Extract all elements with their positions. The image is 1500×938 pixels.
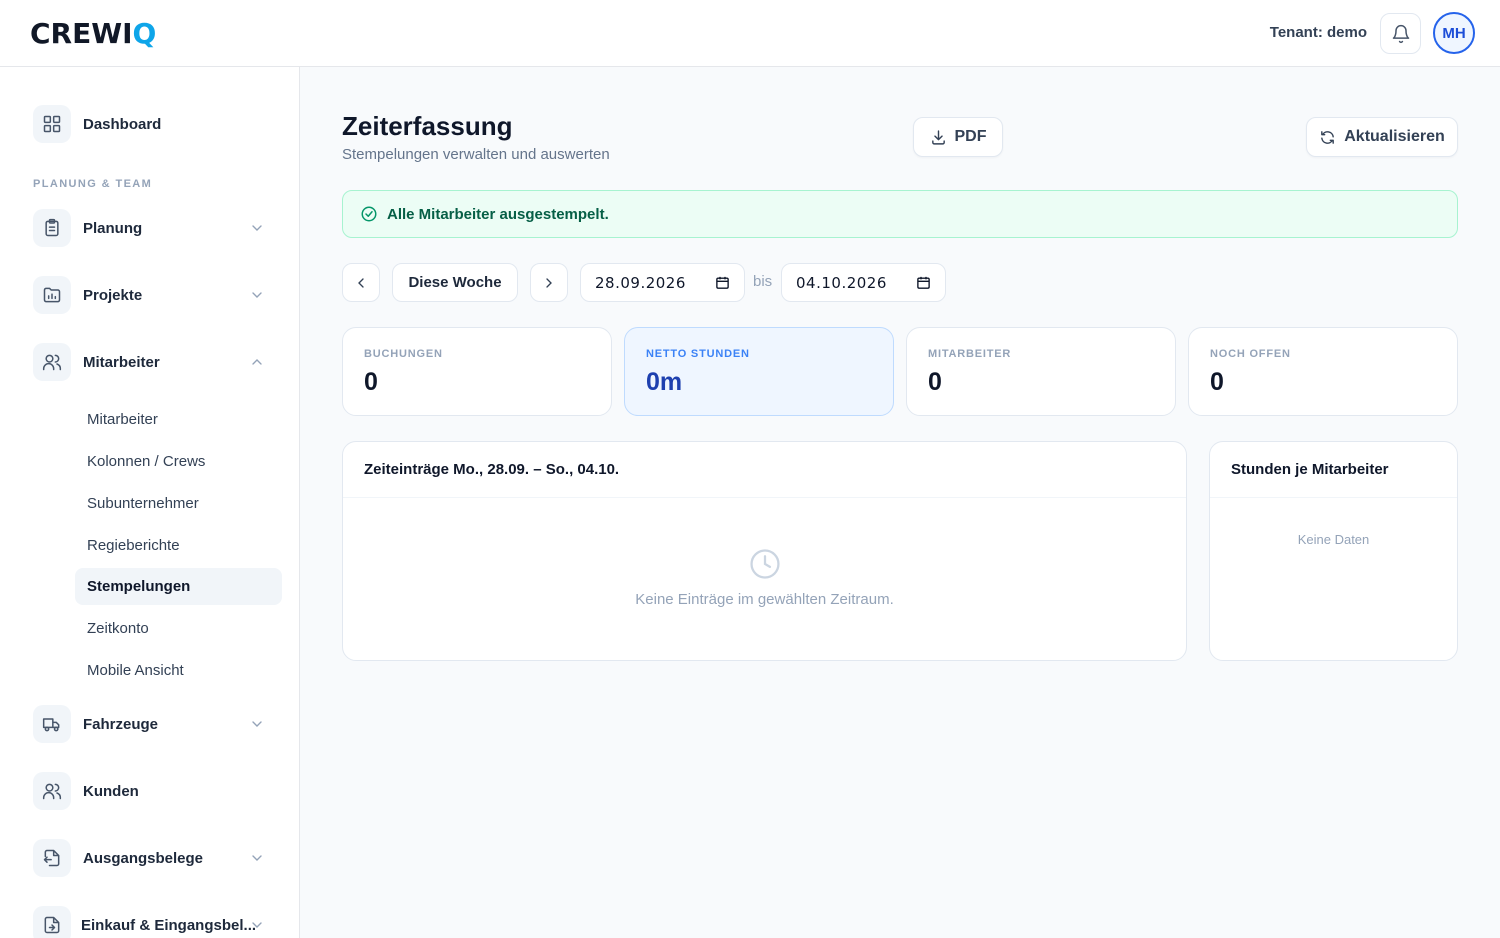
user-avatar[interactable]: MH xyxy=(1433,12,1475,54)
sidebar-item-ausgangsbelege[interactable]: Ausgangsbelege xyxy=(33,838,273,878)
sidebar-subitem-subunternehmer[interactable]: Subunternehmer xyxy=(75,485,282,522)
sidebar-item-label: Mitarbeiter xyxy=(83,353,160,371)
alert-text: Alle Mitarbeiter ausgestempelt. xyxy=(387,205,609,223)
users-icon xyxy=(33,343,71,381)
date-to-value: 04.10.2026 xyxy=(796,273,887,292)
stat-label: NOCH OFFEN xyxy=(1210,348,1291,360)
top-bar: CREWI Q Tenant: demo MH xyxy=(0,0,1500,67)
status-alert: Alle Mitarbeiter ausgestempelt. xyxy=(342,190,1458,238)
grid-icon xyxy=(33,105,71,143)
file-export-icon xyxy=(33,839,71,877)
empty-state-text: Keine Einträge im gewählten Zeitraum. xyxy=(635,591,894,608)
clock-icon xyxy=(750,549,780,579)
refresh-label: Aktualisieren xyxy=(1344,128,1445,145)
sidebar-item-mitarbeiter[interactable]: Mitarbeiter xyxy=(33,342,273,382)
page-title: Zeiterfassung xyxy=(342,111,513,141)
calendar-icon[interactable] xyxy=(916,275,931,290)
sidebar-item-projekte[interactable]: Projekte xyxy=(33,275,273,315)
stat-label: MITARBEITER xyxy=(928,348,1012,360)
range-separator: bis xyxy=(753,273,773,290)
pdf-export-button[interactable]: PDF xyxy=(913,117,1003,157)
sidebar-item-label: Dashboard xyxy=(83,115,162,133)
sidebar-item-label: Planung xyxy=(83,219,143,237)
next-week-button[interactable] xyxy=(530,263,568,302)
stat-value: 0m xyxy=(646,368,683,396)
stat-value: 0 xyxy=(1210,368,1224,396)
sidebar: Dashboard PLANUNG & TEAM Planung Projekt… xyxy=(0,67,300,938)
logo-text: CREWI xyxy=(30,16,133,50)
refresh-button[interactable]: Aktualisieren xyxy=(1306,117,1458,157)
date-to-field[interactable]: 04.10.2026 xyxy=(781,263,946,302)
time-entries-title: Zeiteinträge Mo., 28.09. – So., 04.10. xyxy=(343,442,1186,498)
chevron-down-icon xyxy=(252,855,262,861)
section-label-planung-team: PLANUNG & TEAM xyxy=(33,178,153,190)
sidebar-item-planung[interactable]: Planung xyxy=(33,208,273,248)
stat-label: BUCHUNGEN xyxy=(364,348,443,360)
notifications-button[interactable] xyxy=(1380,13,1421,54)
stat-card-mitarbeiter: MITARBEITER 0 xyxy=(906,327,1176,416)
calendar-icon[interactable] xyxy=(715,275,730,290)
sidebar-item-einkauf[interactable]: Einkauf & Eingangsbel... xyxy=(33,905,273,938)
sidebar-subitem-regieberichte[interactable]: Regieberichte xyxy=(75,527,282,564)
truck-icon xyxy=(33,705,71,743)
chevron-up-icon xyxy=(252,359,262,365)
folder-chart-icon xyxy=(33,276,71,314)
chevron-down-icon xyxy=(252,922,262,928)
date-from-field[interactable]: 28.09.2026 xyxy=(580,263,745,302)
sidebar-subitem-zeitkonto[interactable]: Zeitkonto xyxy=(75,610,282,647)
sidebar-item-fahrzeuge[interactable]: Fahrzeuge xyxy=(33,704,273,744)
tenant-label: Tenant: demo xyxy=(1269,24,1367,41)
check-circle-icon xyxy=(361,206,377,222)
stat-value: 0 xyxy=(364,368,378,396)
download-icon xyxy=(931,129,945,145)
sidebar-item-dashboard[interactable]: Dashboard xyxy=(33,104,273,144)
logo-q: Q xyxy=(132,16,157,50)
bell-icon xyxy=(1392,24,1409,43)
hours-per-employee-card: Stunden je Mitarbeiter Keine Daten xyxy=(1209,441,1458,661)
stat-label: NETTO STUNDEN xyxy=(646,348,750,360)
chevron-left-icon xyxy=(358,277,364,288)
hours-card-title: Stunden je Mitarbeiter xyxy=(1210,442,1457,498)
sidebar-subitem-stempelungen[interactable]: Stempelungen xyxy=(75,568,282,605)
stat-value: 0 xyxy=(928,368,942,396)
previous-week-button[interactable] xyxy=(342,263,380,302)
page-subtitle: Stempelungen verwalten und auswerten xyxy=(342,146,610,163)
empty-state-text: Keine Daten xyxy=(1297,532,1370,547)
clipboard-icon xyxy=(33,209,71,247)
stat-card-buchungen: BUCHUNGEN 0 xyxy=(342,327,612,416)
refresh-icon xyxy=(1321,130,1335,144)
sidebar-subitem-mobile-ansicht[interactable]: Mobile Ansicht xyxy=(75,652,282,689)
date-from-value: 28.09.2026 xyxy=(595,273,686,292)
chevron-down-icon xyxy=(252,292,262,298)
chevron-down-icon xyxy=(252,225,262,231)
pdf-label: PDF xyxy=(954,128,987,145)
sidebar-item-label: Kunden xyxy=(83,782,139,800)
sidebar-item-label: Einkauf & Eingangsbel... xyxy=(81,916,257,934)
chevron-right-icon xyxy=(546,277,552,288)
this-week-button[interactable]: Diese Woche xyxy=(392,263,518,302)
sidebar-item-label: Fahrzeuge xyxy=(83,715,159,733)
crewiq-logo[interactable]: CREWI Q xyxy=(30,16,157,50)
time-entries-card: Zeiteinträge Mo., 28.09. – So., 04.10. K… xyxy=(342,441,1187,661)
users-icon xyxy=(33,772,71,810)
sidebar-subitem-kolonnen[interactable]: Kolonnen / Crews xyxy=(75,443,282,480)
sidebar-item-label: Projekte xyxy=(83,286,143,304)
sidebar-item-label: Ausgangsbelege xyxy=(83,849,204,867)
file-import-icon xyxy=(33,906,71,938)
sidebar-item-kunden[interactable]: Kunden xyxy=(33,771,273,811)
stat-card-noch-offen: NOCH OFFEN 0 xyxy=(1188,327,1458,416)
chevron-down-icon xyxy=(252,721,262,727)
stat-card-netto-stunden: NETTO STUNDEN 0m xyxy=(624,327,894,416)
sidebar-subitem-mitarbeiter[interactable]: Mitarbeiter xyxy=(75,401,282,438)
